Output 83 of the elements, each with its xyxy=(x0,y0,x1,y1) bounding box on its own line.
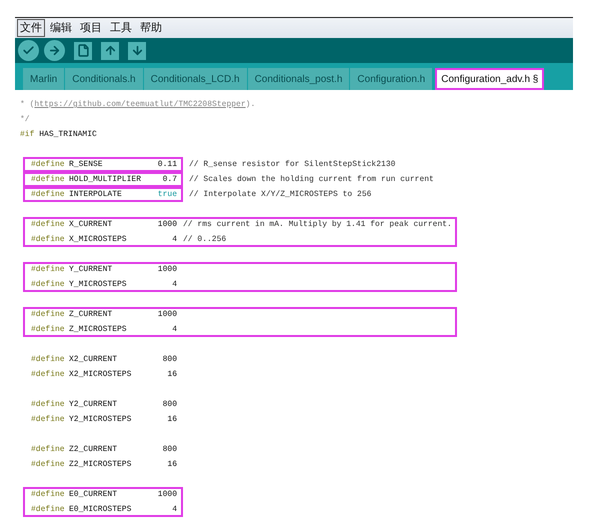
define-keyword: #define xyxy=(31,234,66,246)
macro-value: 800 xyxy=(162,354,177,366)
define-keyword: #define xyxy=(31,309,66,321)
code-comment: ). xyxy=(246,99,256,111)
define-keyword: #define xyxy=(31,399,66,411)
macro-value: 4 xyxy=(171,504,177,516)
url-link[interactable]: https://github.com/teemuatlut/TMC2208Stepper xyxy=(34,97,246,112)
macro-name: Y2_CURRENT xyxy=(69,399,118,411)
file-tab[interactable]: Configuration_adv.h § xyxy=(435,68,544,90)
macro-name: Y2_MICROSTEPS xyxy=(69,414,132,426)
file-tab[interactable]: Configuration.h xyxy=(350,68,432,90)
macro-value: true xyxy=(156,189,177,201)
macro-name: Z2_MICROSTEPS xyxy=(69,459,132,471)
macro-value: 0.11 xyxy=(156,159,177,171)
if-keyword: #if xyxy=(20,129,34,141)
file-tab[interactable]: Conditionals.h xyxy=(65,68,143,90)
open-button[interactable] xyxy=(101,42,119,60)
menu-item[interactable]: 帮助 xyxy=(137,19,165,37)
define-keyword: #define xyxy=(31,459,66,471)
define-keyword: #define xyxy=(31,369,66,381)
menu-item[interactable]: 文件 xyxy=(17,19,45,37)
macro-value: 800 xyxy=(162,444,177,456)
code-comment: */ xyxy=(20,114,30,126)
define-keyword: #define xyxy=(31,264,66,276)
define-keyword: #define xyxy=(31,189,66,201)
code-comment: // Interpolate X/Y/Z_MICROSTEPS to 256 xyxy=(189,189,372,201)
code-comment: // 0..256 xyxy=(183,234,226,246)
save-button[interactable] xyxy=(128,42,146,60)
menu-item[interactable]: 编辑 xyxy=(47,19,75,37)
arrow-up-icon xyxy=(104,44,116,57)
macro-value: 4 xyxy=(171,279,177,291)
macro-value: 1000 xyxy=(156,309,177,321)
macro-name: Y_CURRENT xyxy=(69,264,114,276)
macro-value: 16 xyxy=(166,414,177,426)
macro-name: HOLD_MULTIPLIER xyxy=(69,174,142,186)
code-comment: // rms current in mA. Multiply by 1.41 for peak current. xyxy=(183,219,452,231)
macro-name: HAS_TRINAMIC xyxy=(39,129,97,141)
macro-value: 1000 xyxy=(156,489,177,501)
check-icon xyxy=(22,44,35,57)
macro-value: 4 xyxy=(171,234,177,246)
define-keyword: #define xyxy=(31,504,66,516)
code-comment: // Scales down the holding current from run current xyxy=(189,174,434,186)
macro-value: 0.7 xyxy=(162,174,177,186)
arrow-right-icon xyxy=(48,44,61,57)
macro-name: E0_MICROSTEPS xyxy=(69,504,132,516)
define-keyword: #define xyxy=(31,279,66,291)
define-keyword: #define xyxy=(31,174,66,186)
macro-value: 4 xyxy=(171,324,177,336)
verify-button[interactable] xyxy=(18,40,39,61)
macro-value: 16 xyxy=(166,459,177,471)
macro-name: INTERPOLATE xyxy=(69,189,123,201)
file-tab[interactable]: Marlin xyxy=(23,68,64,90)
arrow-down-icon xyxy=(130,44,144,57)
file-tab[interactable]: Conditionals_LCD.h xyxy=(144,68,247,90)
upload-button[interactable] xyxy=(44,40,65,61)
code-comment: * ( xyxy=(20,99,34,111)
define-keyword: #define xyxy=(31,489,66,501)
define-keyword: #define xyxy=(31,444,66,456)
menu-item[interactable]: 项目 xyxy=(77,19,105,37)
macro-name: X2_MICROSTEPS xyxy=(69,369,132,381)
macro-name: X_CURRENT xyxy=(69,219,114,231)
define-keyword: #define xyxy=(31,324,66,336)
macro-value: 800 xyxy=(162,399,177,411)
macro-name: Z2_CURRENT xyxy=(69,444,118,456)
macro-name: Z_CURRENT xyxy=(69,309,114,321)
macro-name: X_MICROSTEPS xyxy=(69,234,128,246)
define-keyword: #define xyxy=(31,159,66,171)
macro-value: 1000 xyxy=(156,219,177,231)
document-icon xyxy=(76,44,90,57)
define-keyword: #define xyxy=(31,414,66,426)
macro-name: Y_MICROSTEPS xyxy=(69,279,128,291)
macro-name: E0_CURRENT xyxy=(69,489,118,501)
macro-name: R_SENSE xyxy=(69,159,104,171)
define-keyword: #define xyxy=(31,219,66,231)
new-button[interactable] xyxy=(74,42,92,60)
macro-name: Z_MICROSTEPS xyxy=(69,324,128,336)
macro-name: X2_CURRENT xyxy=(69,354,118,366)
code-comment: // R_sense resistor for SilentStepStick2130 xyxy=(189,159,396,171)
menu-item[interactable]: 工具 xyxy=(107,19,135,37)
file-tab[interactable]: Conditionals_post.h xyxy=(248,68,350,90)
macro-value: 1000 xyxy=(156,264,177,276)
macro-value: 16 xyxy=(166,369,177,381)
define-keyword: #define xyxy=(31,354,66,366)
